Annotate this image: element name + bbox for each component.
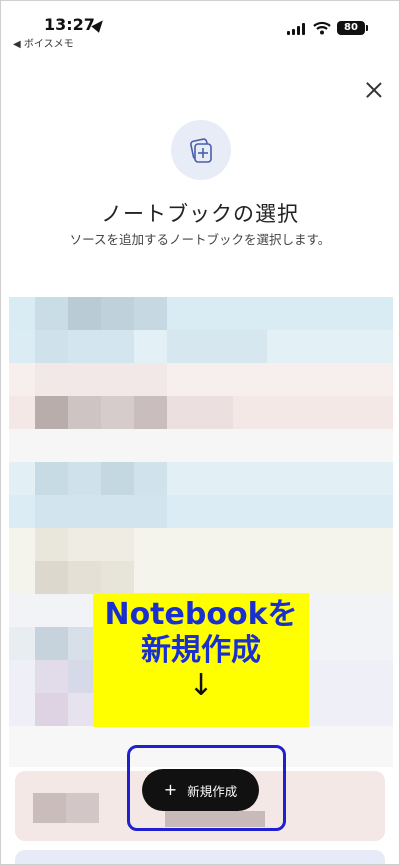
back-to-app-link[interactable]: ◀ ボイスメモ: [13, 35, 74, 50]
list-item[interactable]: [9, 528, 393, 594]
status-time: 13:27: [44, 15, 95, 34]
status-bar: 13:27 ◀ ボイスメモ 80: [1, 1, 399, 53]
new-notebook-label: 新規作成: [187, 783, 238, 799]
notebook-add-icon: [171, 120, 231, 180]
close-icon[interactable]: [363, 79, 385, 101]
battery-icon: 80: [337, 21, 368, 35]
screen: 13:27 ◀ ボイスメモ 80 ノートブックの選択 ソースを追加するノートブッ…: [0, 0, 400, 865]
annotation-line-2: 新規作成: [141, 633, 261, 668]
dialog-title: ノートブックの選択: [101, 202, 299, 226]
signal-icon: [287, 23, 307, 35]
list-item[interactable]: [9, 297, 393, 363]
new-notebook-button[interactable]: + 新規作成: [142, 769, 259, 811]
annotation-line-1: Notebookを: [104, 597, 298, 632]
wifi-icon: [313, 21, 331, 35]
list-item[interactable]: [9, 363, 393, 429]
annotation-callout: Notebookを 新規作成 ↓: [93, 593, 309, 727]
plus-icon: +: [163, 780, 178, 799]
annotation-arrow: ↓: [188, 668, 214, 703]
list-item[interactable]: [9, 462, 393, 528]
list-item[interactable]: [15, 850, 385, 864]
dialog-subtitle: ソースを追加するノートブックを選択します。: [69, 232, 331, 247]
